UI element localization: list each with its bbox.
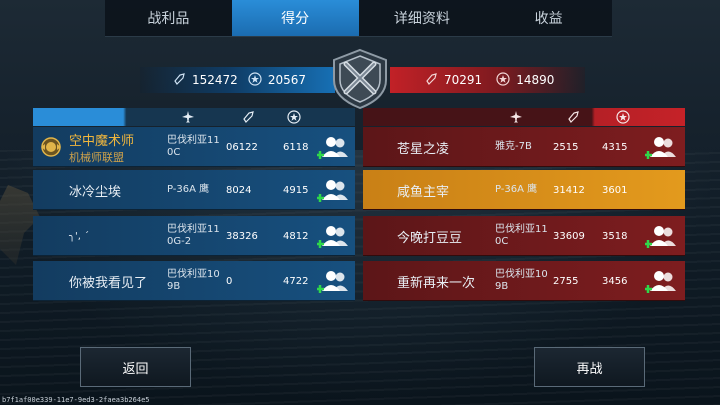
plane-name: 巴伐利亚10 9B: [495, 269, 548, 292]
star-medal-icon: [248, 71, 262, 89]
tab-loot[interactable]: 战利品: [105, 0, 232, 36]
right-player-row[interactable]: 苍星之凌 雅克-7B 2515 4315: [363, 127, 685, 167]
versus-emblem-icon: [328, 46, 392, 110]
plane-name: P-36A 鹰: [495, 184, 538, 195]
kills-value: 31412: [553, 184, 585, 196]
star-medal-icon: [496, 71, 510, 89]
plane-name: 巴伐利亚11 0G-2: [167, 224, 220, 247]
score-value: 3518: [602, 230, 628, 242]
player-name: 重新再来一次: [397, 275, 476, 291]
score-column-icon: [287, 108, 301, 126]
tab-details[interactable]: 详细资料: [359, 0, 486, 36]
kills-value: 38326: [226, 230, 258, 242]
left-team-score-bar: 152472 20567: [140, 67, 335, 93]
add-friend-icon[interactable]: [644, 133, 679, 161]
player-name: ╮', ´: [69, 230, 90, 242]
kills-value: 2755: [553, 275, 579, 287]
player-name: 今晚打豆豆: [397, 230, 463, 246]
add-friend-icon[interactable]: [644, 267, 679, 295]
add-friend-icon[interactable]: [316, 133, 351, 161]
kills-value: 0: [226, 275, 233, 287]
add-friend-icon[interactable]: [316, 222, 351, 250]
right-player-row-self[interactable]: 咸鱼主宰 P-36A 鹰 31412 3601: [363, 170, 685, 210]
kills-icon: [426, 72, 438, 88]
right-team-score-bar: 70291 14890: [390, 67, 585, 93]
tab-bar: 战利品 得分 详细资料 收益: [105, 0, 612, 37]
kills-value: 2515: [553, 141, 579, 153]
add-friend-icon[interactable]: [644, 222, 679, 250]
plane-name: 巴伐利亚11 0C: [167, 135, 220, 158]
right-player-row[interactable]: 今晚打豆豆 巴伐利亚11 0C 33609 3518: [363, 216, 685, 256]
kills-value: 8024: [226, 184, 252, 196]
tab-earnings[interactable]: 收益: [485, 0, 612, 36]
score-value: 4812: [283, 230, 309, 242]
score-value: 3456: [602, 275, 628, 287]
add-friend-icon[interactable]: [316, 176, 351, 204]
player-name: 空中魔术师: [69, 133, 135, 149]
right-team-header: [363, 108, 685, 126]
session-id-text: b7f1af00e339-11e7-9ed3-2faea3b264e5: [2, 396, 150, 404]
rematch-button[interactable]: 再战: [534, 347, 645, 387]
left-player-row[interactable]: 你被我看见了 巴伐利亚10 9B 0 4722: [33, 261, 355, 301]
left-player-row[interactable]: 冰冷尘埃 P-36A 鹰 8024 4915: [33, 170, 355, 210]
kills-icon: [174, 72, 186, 88]
left-player-row[interactable]: 空中魔术师 机械师联盟 巴伐利亚11 0C 06122 6118: [33, 127, 355, 167]
score-value: 4722: [283, 275, 309, 287]
back-button[interactable]: 返回: [80, 347, 191, 387]
kills-column-icon: [243, 108, 255, 126]
right-total-score: 14890: [516, 73, 555, 87]
right-total-kills: 70291: [444, 73, 483, 87]
plane-column-icon: [509, 108, 523, 126]
plane-name: P-36A 鹰: [167, 184, 210, 195]
kills-value: 33609: [553, 230, 585, 242]
left-team-header: [33, 108, 355, 126]
score-value: 6118: [283, 141, 309, 153]
kills-value: 06122: [226, 141, 258, 153]
score-value: 4915: [283, 184, 309, 196]
kills-column-icon: [568, 108, 580, 126]
left-total-score: 20567: [267, 73, 306, 87]
plane-name: 巴伐利亚11 0C: [495, 224, 548, 247]
plane-column-icon: [181, 108, 195, 126]
plane-name: 巴伐利亚10 9B: [167, 269, 220, 292]
player-name: 苍星之凌: [397, 141, 450, 157]
plane-name: 雅克-7B: [495, 141, 532, 152]
score-column-icon: [616, 108, 630, 126]
add-friend-icon[interactable]: [316, 267, 351, 295]
player-name: 咸鱼主宰: [397, 184, 450, 200]
rank-badge-icon: [39, 127, 63, 167]
right-player-row[interactable]: 重新再来一次 巴伐利亚10 9B 2755 3456: [363, 261, 685, 301]
player-name: 冰冷尘埃: [69, 184, 122, 200]
tab-score[interactable]: 得分: [231, 0, 359, 36]
score-value: 3601: [602, 184, 628, 196]
left-player-row[interactable]: ╮', ´ 巴伐利亚11 0G-2 38326 4812: [33, 216, 355, 256]
guild-name: 机械师联盟: [69, 150, 124, 164]
left-total-kills: 152472: [192, 73, 238, 87]
player-name: 你被我看见了: [69, 275, 148, 291]
score-value: 4315: [602, 141, 628, 153]
